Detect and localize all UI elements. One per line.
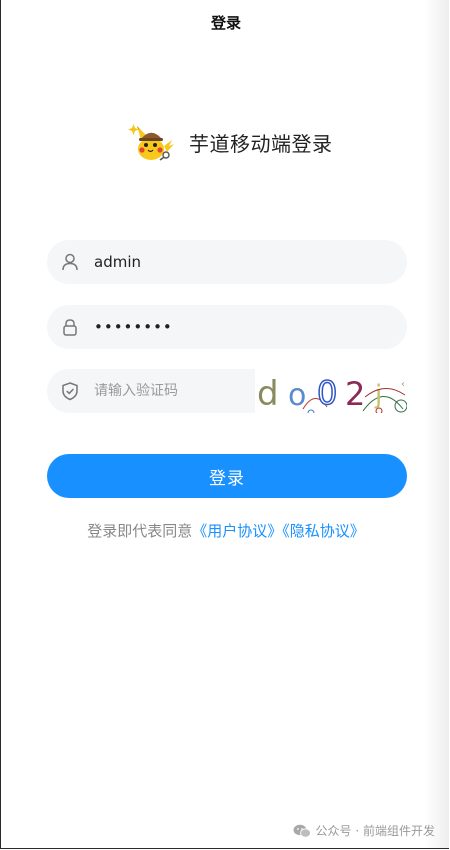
brand-title: 芋道移动端登录	[189, 131, 333, 156]
password-value[interactable]: ••••••••	[94, 318, 173, 336]
captcha-input[interactable]	[94, 383, 244, 399]
captcha-field[interactable]	[47, 369, 255, 413]
pikachu-mascot-icon	[128, 124, 174, 161]
app-frame: 登录 芋道移动端登录 admin •••••••• 请输入验证码 d o 0 2…	[0, 0, 449, 849]
user-agreement-link[interactable]: 《用户协议》	[192, 522, 282, 540]
captcha-char: 0	[317, 374, 337, 412]
privacy-policy-link[interactable]: 《隐私协议》	[282, 522, 365, 540]
watermark: 公众号 · 前端组件开发	[293, 822, 435, 839]
username-field[interactable]: admin	[47, 240, 407, 284]
captcha-char: 2	[345, 375, 365, 413]
username-value[interactable]: admin	[94, 253, 141, 271]
page-title: 登录	[210, 14, 241, 32]
captcha-image[interactable]: d o 0 2 j ‹	[255, 369, 407, 413]
captcha-char: ‹	[401, 379, 405, 390]
password-field[interactable]: ••••••••	[47, 305, 407, 349]
captcha-graphic: d o 0 2 j ‹	[257, 373, 407, 413]
wechat-icon	[293, 824, 311, 838]
shield-check-icon	[59, 380, 81, 402]
login-button[interactable]: 登录	[47, 454, 407, 498]
watermark-text: 公众号 · 前端组件开发	[315, 824, 435, 838]
captcha-char: d	[257, 374, 279, 413]
user-icon	[59, 251, 81, 273]
captcha-char: o	[288, 378, 306, 413]
agreement-prefix: 登录即代表同意	[87, 522, 193, 540]
captcha-char: j	[374, 380, 382, 410]
side-shadow	[425, 0, 449, 848]
lock-icon	[59, 316, 81, 338]
agreement-text: 登录即代表同意《用户协议》《隐私协议》	[1, 520, 449, 541]
brand-header: 芋道移动端登录	[127, 122, 333, 162]
